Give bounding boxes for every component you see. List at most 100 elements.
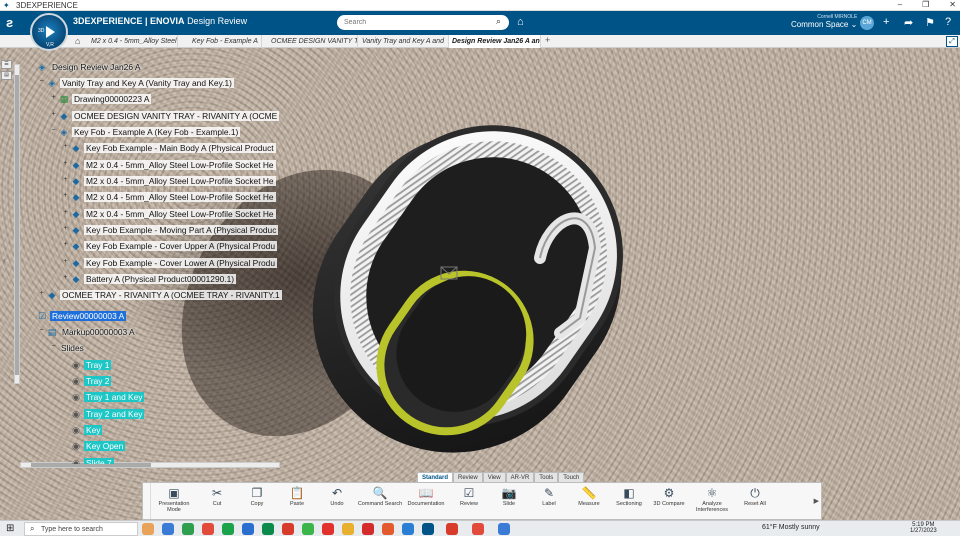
- taskbar-chrome-icon[interactable]: [202, 523, 214, 535]
- add-icon[interactable]: +: [883, 16, 889, 28]
- action-bar-grip[interactable]: [143, 483, 151, 519]
- expand-icon[interactable]: +: [62, 225, 69, 233]
- slide-button[interactable]: 📷 Slide: [489, 483, 529, 519]
- expand-icon[interactable]: +: [62, 241, 69, 249]
- section-tab-tools[interactable]: Tools: [534, 472, 559, 482]
- compass-widget[interactable]: 3D V,R: [30, 13, 68, 51]
- collapse-icon[interactable]: −: [50, 343, 57, 351]
- maximize-button[interactable]: ❐: [922, 0, 929, 9]
- tab-key-fob[interactable]: Key Fob - Example A: [189, 35, 262, 48]
- tree-node[interactable]: + ◆ M2 x 0.4 - 5mm_Alloy Steel Low-Profile…: [62, 190, 276, 203]
- measure-button[interactable]: 📏 Measure: [569, 483, 609, 519]
- tree-node[interactable]: ◉ Slide 7: [62, 456, 114, 464]
- taskbar-app-icon[interactable]: [302, 523, 314, 535]
- share-icon[interactable]: ➦: [904, 16, 913, 29]
- reset-all-button[interactable]: ⏻ Reset All: [735, 483, 775, 519]
- avatar[interactable]: CM: [860, 16, 874, 30]
- taskbar-app-icon[interactable]: [222, 523, 234, 535]
- expand-icon[interactable]: +: [62, 258, 69, 266]
- sectioning-button[interactable]: ◧ Sectioning: [609, 483, 649, 519]
- 3d-compare-button[interactable]: ⚙ 3D Compare: [649, 483, 689, 519]
- section-tab-standard[interactable]: Standard: [417, 472, 454, 482]
- cut-button[interactable]: ✂ Cut: [197, 483, 237, 519]
- taskbar-search-input[interactable]: Type here to search: [24, 522, 138, 536]
- command-search-button[interactable]: 🔍 Command Search: [357, 483, 403, 519]
- review-button[interactable]: ☑ Review: [449, 483, 489, 519]
- section-tab-touch[interactable]: Touch: [558, 472, 585, 482]
- tab-design-review[interactable]: Design Review Jan26 A an: [449, 35, 541, 48]
- expand-icon[interactable]: +: [50, 111, 57, 119]
- expand-icon[interactable]: +: [62, 274, 69, 282]
- search-icon[interactable]: ⌕: [496, 17, 505, 26]
- tree-node[interactable]: − ▤ Markup00000003 A: [38, 325, 137, 338]
- expand-icon[interactable]: +: [62, 143, 69, 151]
- tree-node[interactable]: ◉ Tray 2: [62, 374, 112, 387]
- tree-node[interactable]: ◉ Key: [62, 423, 103, 436]
- section-tab-ar-vr[interactable]: AR-VR: [505, 472, 535, 482]
- tree-node[interactable]: − ◈ Key Fob - Example A (Key Fob - Example…: [50, 125, 241, 138]
- undo-button[interactable]: ↶ Undo: [317, 483, 357, 519]
- tab-m2-screw[interactable]: M2 x 0.4 - 5mm_Alloy Steel: [88, 35, 178, 48]
- taskbar-app-icon[interactable]: [162, 523, 174, 535]
- analyze-interferences-button[interactable]: ⚛ Analyze Interferences: [689, 483, 735, 519]
- close-button[interactable]: ✕: [949, 0, 956, 9]
- paste-button[interactable]: 📋 Paste: [277, 483, 317, 519]
- taskbar-app-icon[interactable]: [142, 523, 154, 535]
- tree-node[interactable]: ◈ Design Review Jan26 A: [28, 60, 142, 73]
- tree-node[interactable]: + ◆ OCMEE DESIGN VANITY TRAY - RIVANITY A …: [50, 109, 280, 122]
- tree-node[interactable]: − ◈ Vanity Tray and Key A (Vanity Tray and…: [38, 76, 234, 89]
- expand-icon[interactable]: +: [62, 160, 69, 168]
- chevron-right-icon[interactable]: ▶: [814, 497, 819, 505]
- tree-node[interactable]: + ◆ Key Fob Example - Moving Part A (Physi…: [62, 223, 279, 236]
- tree-node[interactable]: + ◆ OCMEE TRAY - RIVANITY A (OCMEE TRAY - …: [38, 288, 282, 301]
- tree-node[interactable]: + ◆ M2 x 0.4 - 5mm_Alloy Steel Low-Profile…: [62, 207, 276, 220]
- taskbar-edge-icon[interactable]: [242, 523, 254, 535]
- collapse-icon[interactable]: −: [38, 327, 45, 335]
- collaborative-space-selector[interactable]: Common Space ⌄: [791, 20, 857, 29]
- system-clock[interactable]: 5:19 PM 1/27/2023: [910, 522, 937, 534]
- tree-node[interactable]: − Slides: [50, 341, 86, 354]
- collapse-icon[interactable]: −: [50, 127, 57, 135]
- tag-icon[interactable]: ⌂: [517, 16, 524, 28]
- fullscreen-icon[interactable]: ⤢: [946, 36, 958, 47]
- documentation-button[interactable]: 📖 Documentation: [403, 483, 449, 519]
- expand-icon[interactable]: +: [62, 176, 69, 184]
- section-tab-review[interactable]: Review: [453, 472, 483, 482]
- user-info[interactable]: Cornell MIRNOLE Common Space ⌄: [791, 14, 857, 29]
- presentation-mode-button[interactable]: ▣ Presentation Mode: [151, 483, 197, 519]
- tab-vanity-tray[interactable]: OCMEE DESIGN VANITY TRAY: [268, 35, 358, 48]
- tree-node[interactable]: + ▦ Drawing00000223 A: [50, 92, 152, 105]
- expand-icon[interactable]: +: [50, 94, 57, 102]
- search-input[interactable]: [337, 15, 509, 30]
- copy-button[interactable]: ❐ Copy: [237, 483, 277, 519]
- minimize-button[interactable]: –: [898, 0, 902, 9]
- community-icon[interactable]: ⚑: [925, 16, 935, 29]
- tree-node[interactable]: + ◆ M2 x 0.4 - 5mm_Alloy Steel Low-Profile…: [62, 158, 276, 171]
- label-button[interactable]: ✎ Label: [529, 483, 569, 519]
- taskbar-app-icon[interactable]: [322, 523, 334, 535]
- taskbar-app-icon[interactable]: [498, 523, 510, 535]
- expand-icon[interactable]: +: [38, 290, 45, 298]
- taskbar-app-icon[interactable]: [402, 523, 414, 535]
- tree-node[interactable]: ☑ Review00000003 A: [28, 309, 127, 322]
- taskbar-chrome-icon[interactable]: [472, 523, 484, 535]
- tree-node[interactable]: ◉ Key Open: [62, 439, 126, 452]
- taskbar-app-icon[interactable]: [182, 523, 194, 535]
- taskbar-folder-icon[interactable]: [342, 523, 354, 535]
- section-tab-view[interactable]: View: [482, 472, 506, 482]
- taskbar-excel-icon[interactable]: [262, 523, 274, 535]
- tree-node[interactable]: ◉ Tray 1 and Key: [62, 390, 145, 403]
- expand-icon[interactable]: +: [62, 192, 69, 200]
- tree-node[interactable]: + ◆ Key Fob Example - Cover Upper A (Physi…: [62, 239, 277, 252]
- windows-start-icon[interactable]: ⊞: [6, 524, 16, 534]
- taskbar-3dexperience-icon[interactable]: [422, 523, 434, 535]
- tree-node[interactable]: + ◆ Battery A (Physical Product00001290.1): [62, 272, 237, 285]
- collapse-icon[interactable]: −: [38, 78, 45, 86]
- home-icon[interactable]: ⌂: [75, 36, 80, 46]
- taskbar-app-icon[interactable]: [382, 523, 394, 535]
- tree-node[interactable]: ◉ Tray 2 and Key: [62, 407, 145, 420]
- expand-icon[interactable]: +: [62, 209, 69, 217]
- taskbar-app-icon[interactable]: [282, 523, 294, 535]
- taskbar-pdf-icon[interactable]: [362, 523, 374, 535]
- tab-vanity-tray-key[interactable]: Vanity Tray and Key A and: [359, 35, 449, 48]
